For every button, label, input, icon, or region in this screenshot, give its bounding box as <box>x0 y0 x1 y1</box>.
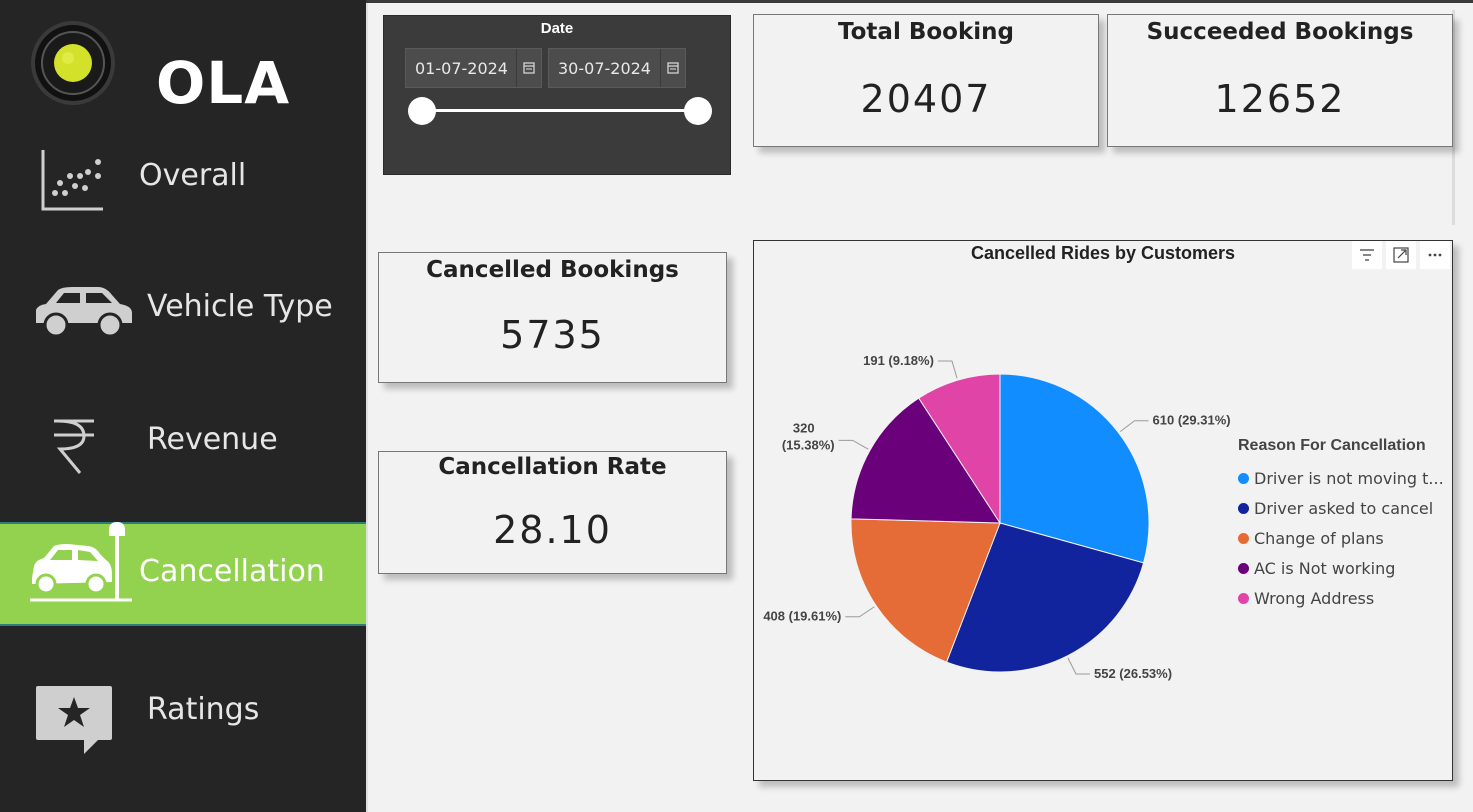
pie-leader-line <box>937 360 958 379</box>
filter-button[interactable] <box>1352 241 1382 269</box>
legend-marker <box>1238 502 1249 514</box>
nav-item-ratings[interactable]: Ratings <box>0 682 366 757</box>
top-border <box>366 0 1473 3</box>
expand-icon <box>1393 247 1409 263</box>
sidebar-divider <box>366 0 368 812</box>
legend-label: Driver asked to cancel <box>1254 498 1434 518</box>
total-booking-title: Total Booking <box>838 19 1014 45</box>
nav-item-cancellation[interactable]: Cancellation <box>0 522 366 626</box>
date-range-start-handle[interactable] <box>408 97 436 125</box>
rupee-icon <box>54 419 94 474</box>
nav-label-vehicle-type: Vehicle Type <box>147 289 333 324</box>
legend-label: Driver is not moving t... <box>1254 468 1444 488</box>
pie-data-label: 408 (19.61%) <box>763 609 841 624</box>
legend-marker <box>1238 532 1249 544</box>
pie-legend: Reason For Cancellation Driver is not mo… <box>1238 437 1444 613</box>
pie-leader-line <box>1119 420 1149 433</box>
nav-item-revenue[interactable]: Revenue <box>0 410 366 480</box>
legend-item[interactable]: AC is Not working <box>1238 553 1444 583</box>
scatter-chart-icon <box>41 150 103 211</box>
cancelled-bookings-title: Cancelled Bookings <box>426 257 679 283</box>
cancellation-rate-title: Cancellation Rate <box>438 454 667 480</box>
ola-logo-icon <box>31 21 115 105</box>
start-date-input[interactable]: 01-07-2024 <box>405 48 542 88</box>
succeeded-bookings-card: Succeeded Bookings 12652 <box>1107 14 1453 147</box>
more-options-icon <box>1428 253 1442 257</box>
succeeded-bookings-value: 12652 <box>1214 77 1346 121</box>
car-icon <box>36 287 132 338</box>
end-date-calendar-button[interactable] <box>660 49 685 87</box>
nav-label-ratings: Ratings <box>147 692 260 727</box>
calendar-icon <box>667 62 679 74</box>
nav-item-vehicle-type[interactable]: Vehicle Type <box>0 275 366 345</box>
legend-label: Change of plans <box>1254 528 1384 548</box>
legend-marker <box>1238 472 1249 484</box>
date-slicer-title: Date <box>540 20 574 37</box>
legend-item[interactable]: Wrong Address <box>1238 583 1444 613</box>
start-date-calendar-button[interactable] <box>516 49 541 87</box>
nav-label-cancellation: Cancellation <box>139 554 325 589</box>
legend-item[interactable]: Driver asked to cancel <box>1238 493 1444 523</box>
legend-marker <box>1238 562 1249 574</box>
sidebar: OLA Overall Vehicle Type Revenue Cancell… <box>0 0 366 812</box>
legend-item[interactable]: Driver is not moving t... <box>1238 463 1444 493</box>
legend-title: Reason For Cancellation <box>1238 437 1426 454</box>
star-message-icon <box>36 686 112 754</box>
logo-text: OLA <box>156 49 291 117</box>
total-booking-card: Total Booking 20407 <box>753 14 1099 147</box>
nav-item-overall[interactable]: Overall <box>0 140 366 215</box>
legend-item[interactable]: Change of plans <box>1238 523 1444 553</box>
succeeded-bookings-title: Succeeded Bookings <box>1146 19 1414 45</box>
cancelled-bookings-card: Cancelled Bookings 5735 <box>378 252 727 383</box>
nav-label-revenue: Revenue <box>147 422 278 457</box>
start-date-value: 01-07-2024 <box>415 59 508 78</box>
car-crash-icon <box>30 522 132 602</box>
end-date-input[interactable]: 30-07-2024 <box>548 48 686 88</box>
pie-leader-line <box>838 439 869 450</box>
date-range-track[interactable] <box>421 109 698 112</box>
date-slicer: Date 01-07-2024 30-07-2024 <box>383 15 731 175</box>
total-booking-value: 20407 <box>860 77 992 121</box>
more-options-button[interactable] <box>1420 241 1450 269</box>
legend-marker <box>1238 592 1249 604</box>
pie-leader-line <box>845 606 875 618</box>
cancelled-rides-pie-visual: 610 (29.31%) 552 (26.53%) 408 (19.61%) 320(… <box>753 240 1453 781</box>
focus-mode-button[interactable] <box>1386 241 1416 269</box>
calendar-icon <box>523 62 535 74</box>
pie-data-label: 191 (9.18%) <box>863 353 934 368</box>
cancelled-bookings-value: 5735 <box>500 313 605 357</box>
end-date-value: 30-07-2024 <box>558 59 651 78</box>
cancellation-rate-value: 28.10 <box>493 508 612 552</box>
date-range-end-handle[interactable] <box>684 97 712 125</box>
pie-data-label: 320 (15.38%) <box>782 420 835 452</box>
ola-logo: OLA <box>28 20 289 117</box>
cancellation-rate-card: Cancellation Rate 28.10 <box>378 451 727 574</box>
pie-chart-title: Cancelled Rides by Customers <box>970 243 1236 263</box>
visual-header <box>1352 241 1450 271</box>
nav-label-overall: Overall <box>139 158 247 193</box>
legend-label: Wrong Address <box>1254 588 1375 608</box>
pie-data-label: 610 (29.31%) <box>1153 413 1231 428</box>
filter-icon <box>1360 249 1374 261</box>
pie-data-label: 552 (26.53%) <box>1094 666 1172 681</box>
pie-leader-line <box>1067 657 1091 675</box>
legend-label: AC is Not working <box>1254 558 1396 578</box>
